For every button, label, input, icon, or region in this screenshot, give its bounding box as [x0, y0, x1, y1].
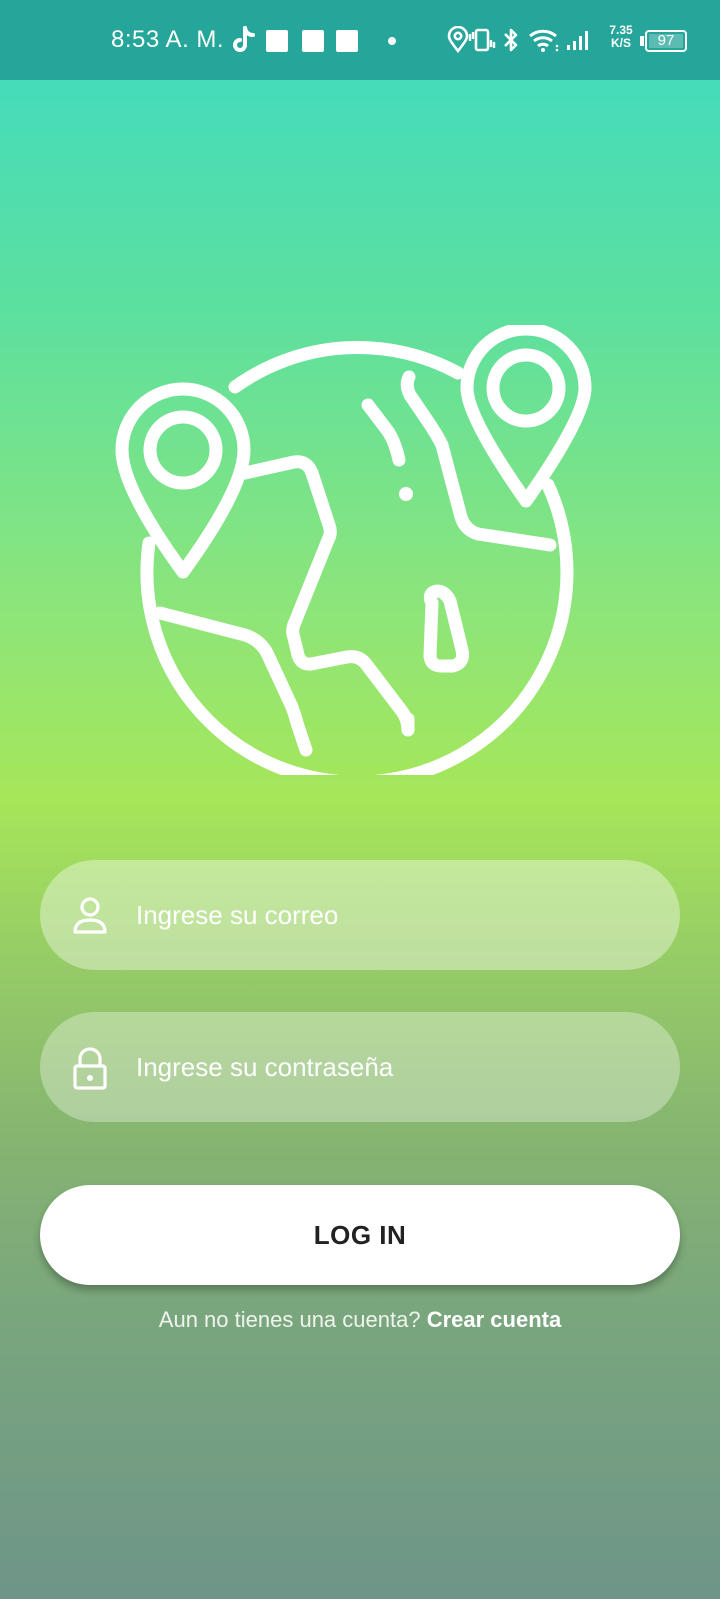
location-icon — [447, 26, 469, 54]
network-speed-unit: K/S — [610, 36, 631, 50]
globe-with-location-pins-icon — [115, 325, 592, 775]
battery-level: 97 — [657, 32, 675, 49]
create-account-link[interactable]: Crear cuenta — [427, 1307, 562, 1332]
user-icon — [73, 897, 107, 934]
password-input[interactable] — [136, 1040, 636, 1094]
tiktok-icon — [233, 26, 255, 52]
status-time: 8:53 A. M. — [111, 26, 225, 53]
signup-prompt: Aun no tienes una cuenta? Crear cuenta — [0, 1307, 720, 1333]
network-speed: 7.35 K/S — [606, 24, 636, 50]
signup-prompt-text: Aun no tienes una cuenta? — [158, 1307, 421, 1332]
login-button[interactable]: LOG IN — [40, 1185, 680, 1285]
notification-icon — [336, 30, 358, 52]
lock-icon — [73, 1047, 107, 1090]
email-input[interactable] — [136, 888, 636, 942]
notification-icon — [302, 30, 324, 52]
signal-icon — [567, 31, 588, 50]
password-field[interactable] — [40, 1012, 680, 1122]
battery-tip — [640, 36, 644, 46]
notification-icon — [266, 30, 288, 52]
vibrate-icon — [468, 28, 496, 52]
status-bar: 8:53 A. M. 7.35 K/S 97 — [0, 0, 720, 80]
email-field[interactable] — [40, 860, 680, 970]
bluetooth-icon — [504, 28, 518, 52]
wifi-icon — [529, 29, 559, 52]
more-notifications-dot-icon — [388, 37, 396, 45]
